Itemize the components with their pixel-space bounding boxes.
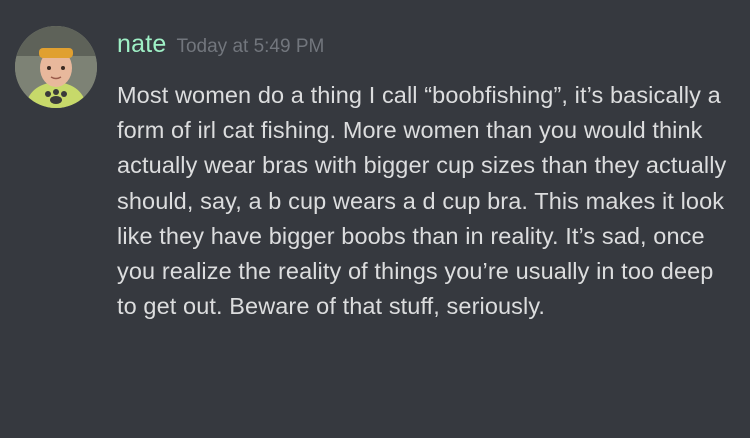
username[interactable]: nate bbox=[117, 30, 166, 59]
chat-message: nate Today at 5:49 PM Most women do a th… bbox=[0, 0, 750, 438]
timestamp: Today at 5:49 PM bbox=[176, 36, 325, 57]
message-text: Most women do a thing I call “boobfishin… bbox=[117, 82, 727, 320]
message-content: nate Today at 5:49 PM Most women do a th… bbox=[117, 30, 737, 324]
user-avatar-icon bbox=[15, 26, 97, 108]
message-header: nate Today at 5:49 PM bbox=[117, 30, 737, 70]
avatar[interactable] bbox=[15, 26, 97, 108]
